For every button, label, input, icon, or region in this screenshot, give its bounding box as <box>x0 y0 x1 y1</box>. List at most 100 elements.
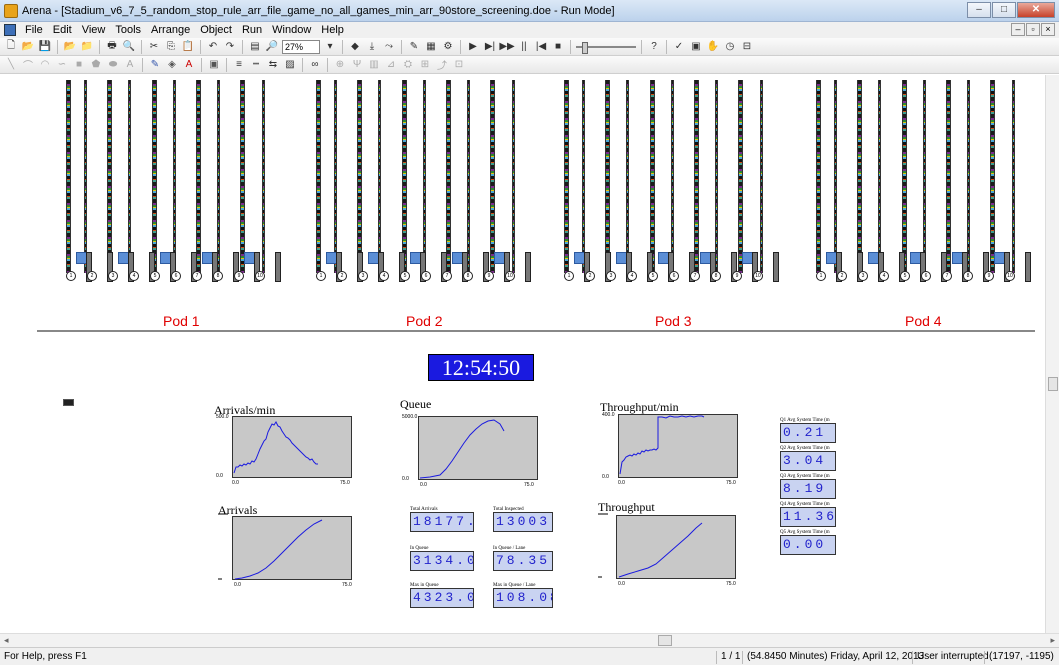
fill-pattern-icon[interactable]: ▨ <box>283 58 297 72</box>
menu-view[interactable]: View <box>77 24 111 36</box>
vertical-scroll-thumb[interactable] <box>1048 377 1058 391</box>
zoom-dropdown-icon[interactable]: ▾ <box>323 40 337 54</box>
save-icon[interactable]: 💾 <box>38 40 52 54</box>
document-icon[interactable] <box>4 24 16 36</box>
hand-icon[interactable]: ✋ <box>706 40 720 54</box>
connect-icon[interactable]: ⤓ <box>365 40 379 54</box>
zoom-select[interactable]: 27% <box>282 39 320 54</box>
monitor-label: Q4 Avg System Time (m <box>780 502 830 507</box>
menu-window[interactable]: Window <box>267 24 316 36</box>
horizontal-scroll-thumb[interactable] <box>658 635 672 646</box>
horizontal-scrollbar[interactable]: ◂ ▸ <box>0 633 1059 647</box>
print-preview-icon[interactable]: 🔍 <box>122 40 136 54</box>
mdi-minimize-button[interactable]: – <box>1011 23 1025 36</box>
line-style-icon[interactable]: ┅ <box>249 58 263 72</box>
menu-arrange[interactable]: Arrange <box>146 24 195 36</box>
scroll-right-arrow-icon[interactable]: ▸ <box>1050 635 1055 646</box>
clock-icon[interactable]: ◷ <box>723 40 737 54</box>
transporter-icon[interactable]: ⊿ <box>384 58 398 72</box>
template-attach-icon[interactable]: 📂 <box>63 40 77 54</box>
split-screen-icon[interactable]: ⊟ <box>740 40 754 54</box>
plot-xmin: 0.0 <box>420 482 427 488</box>
pause-icon[interactable]: || <box>517 40 531 54</box>
paste-icon[interactable]: 📋 <box>181 40 195 54</box>
show-dimensions-icon[interactable]: ∞ <box>308 58 322 72</box>
cut-icon[interactable]: ✂ <box>147 40 161 54</box>
ellipse-icon[interactable]: ⬬ <box>106 58 120 72</box>
view-layer-icon[interactable]: ▤ <box>248 40 262 54</box>
fast-forward-icon[interactable]: ▶▶ <box>499 40 514 54</box>
animation-speed-slider[interactable] <box>576 40 636 54</box>
in-queue-lane-monitor: In Queue / Lane 78.35 <box>493 546 553 571</box>
menu-edit[interactable]: Edit <box>48 24 77 36</box>
undo-icon[interactable]: ↶ <box>206 40 220 54</box>
queue-lane <box>923 80 926 273</box>
station-number: 3 <box>108 271 118 281</box>
line-icon[interactable]: ╲ <box>4 58 18 72</box>
total-inspected-monitor: Total Inspected 13003.00 <box>493 507 553 532</box>
layers-icon[interactable]: ◆ <box>348 40 362 54</box>
model-canvas[interactable]: 1 2 3 4 5 6 7 8 9 10 Pod 1 1 2 3 4 5 6 7 8 9 10 Pod 212345678… <box>0 75 1045 633</box>
report-icon[interactable]: ▣ <box>689 40 703 54</box>
minimize-button[interactable]: – <box>967 2 991 18</box>
line-color-icon[interactable]: ✎ <box>148 58 162 72</box>
plot-ymax: 500.0 <box>216 414 229 420</box>
menu-file[interactable]: File <box>20 24 48 36</box>
background-color-icon[interactable]: ▣ <box>207 58 221 72</box>
go-icon[interactable]: ▶ <box>466 40 480 54</box>
step-icon[interactable]: ▶| <box>483 40 497 54</box>
segment-icon[interactable]: ⊡ <box>452 58 466 72</box>
maximize-button[interactable]: □ <box>992 2 1016 18</box>
text-icon[interactable]: A <box>123 58 137 72</box>
station-number: 5 <box>900 271 910 281</box>
expression-builder-icon[interactable]: ▦ <box>424 40 438 54</box>
station-number: 4 <box>627 271 637 281</box>
arc-icon[interactable]: ◠ <box>38 58 52 72</box>
box-icon[interactable]: ■ <box>72 58 86 72</box>
mdi-restore-button[interactable]: ▫ <box>1026 23 1040 36</box>
copy-icon[interactable]: ⎘ <box>164 40 178 54</box>
start-over-icon[interactable]: |◀ <box>534 40 548 54</box>
open-icon[interactable]: 📂 <box>21 40 35 54</box>
run-setup-icon[interactable]: ⚙ <box>441 40 455 54</box>
queue-lane <box>650 80 655 273</box>
queue-lane <box>334 80 337 273</box>
route-icon[interactable]: ⤴ <box>435 58 449 72</box>
vertical-scrollbar[interactable] <box>1045 75 1059 633</box>
parking-icon[interactable]: ▥ <box>367 58 381 72</box>
bezier-icon[interactable]: ∽ <box>55 58 69 72</box>
queue-lane <box>490 80 495 273</box>
menu-help[interactable]: Help <box>316 24 349 36</box>
station-number: 10 <box>753 271 763 281</box>
new-icon[interactable]: 🗋 <box>4 40 18 54</box>
text-color-icon[interactable]: A <box>182 58 196 72</box>
check-model-icon[interactable]: ✓ <box>672 40 686 54</box>
print-icon[interactable]: 🖶 <box>105 40 119 54</box>
mdi-close-button[interactable]: × <box>1041 23 1055 36</box>
menu-object[interactable]: Object <box>195 24 237 36</box>
menu-tools[interactable]: Tools <box>110 24 146 36</box>
arrow-style-icon[interactable]: ⇆ <box>266 58 280 72</box>
line-width-icon[interactable]: ≡ <box>232 58 246 72</box>
scroll-left-arrow-icon[interactable]: ◂ <box>4 635 9 646</box>
close-button[interactable]: ✕ <box>1017 2 1055 18</box>
end-icon[interactable]: ■ <box>551 40 565 54</box>
storage-icon[interactable]: ⊕ <box>333 58 347 72</box>
seize-icon[interactable]: Ψ <box>350 58 364 72</box>
intersection-icon[interactable]: ⊞ <box>418 58 432 72</box>
station-icon[interactable]: ⛭ <box>401 58 415 72</box>
polyline-icon[interactable]: ⌒ <box>21 58 35 72</box>
template-detach-icon[interactable]: 📁 <box>80 40 94 54</box>
queue-lane <box>564 80 569 273</box>
polygon-icon[interactable]: ⬟ <box>89 58 103 72</box>
queue-lanes <box>62 80 272 280</box>
zoom-icon[interactable]: 🔎 <box>265 40 279 54</box>
menu-run[interactable]: Run <box>237 24 267 36</box>
queue-lane <box>152 80 157 273</box>
submodel-icon[interactable]: ✎ <box>407 40 421 54</box>
smart-connect-icon[interactable]: ⤳ <box>382 40 396 54</box>
fill-color-icon[interactable]: ◈ <box>165 58 179 72</box>
plot-ymin: 0.0 <box>216 473 223 479</box>
context-help-icon[interactable]: ? <box>647 40 661 54</box>
redo-icon[interactable]: ↷ <box>223 40 237 54</box>
